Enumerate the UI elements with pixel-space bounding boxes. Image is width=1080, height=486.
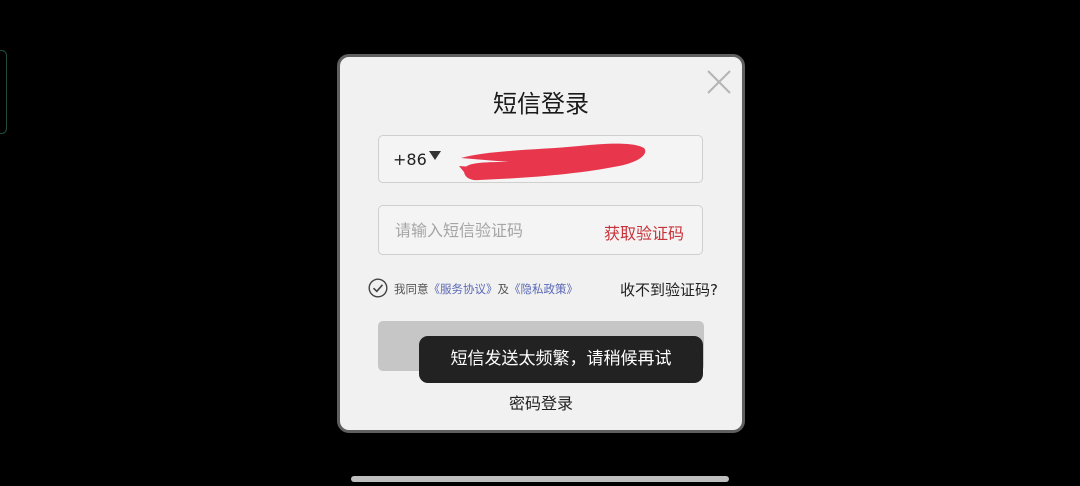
agreement-conjunction: 及 [497, 282, 510, 296]
home-indicator[interactable] [351, 476, 729, 482]
agreement-prefix: 我同意 [394, 282, 429, 296]
toast-message: 短信发送太频繁，请稍候再试 [419, 336, 703, 383]
edge-handle[interactable] [0, 50, 7, 134]
phone-number-redaction [459, 143, 646, 181]
agreement-row: 我同意《服务协议》及《隐私政策》 收不到验证码? [368, 277, 718, 299]
checkbox-checked-icon[interactable] [368, 278, 388, 298]
privacy-link[interactable]: 《隐私政策》 [509, 282, 578, 296]
get-code-button[interactable]: 获取验证码 [604, 220, 684, 244]
dialog-title: 短信登录 [493, 90, 589, 118]
password-login-link[interactable]: 密码登录 [340, 390, 742, 414]
terms-link[interactable]: 《服务协议》 [429, 282, 498, 296]
phone-field[interactable]: +86 [378, 135, 703, 183]
caret-down-icon[interactable] [429, 151, 441, 161]
sms-code-input[interactable] [395, 219, 595, 241]
screen: 短信登录 +86 获取验证码 我同意《服务协议》及《隐私政策》 收不到验证码? [0, 0, 1080, 486]
country-code[interactable]: +86 [393, 150, 427, 169]
agreement-text: 我同意《服务协议》及《隐私政策》 [394, 281, 578, 297]
no-code-link[interactable]: 收不到验证码? [620, 279, 718, 300]
sms-code-field: 获取验证码 [378, 205, 703, 255]
